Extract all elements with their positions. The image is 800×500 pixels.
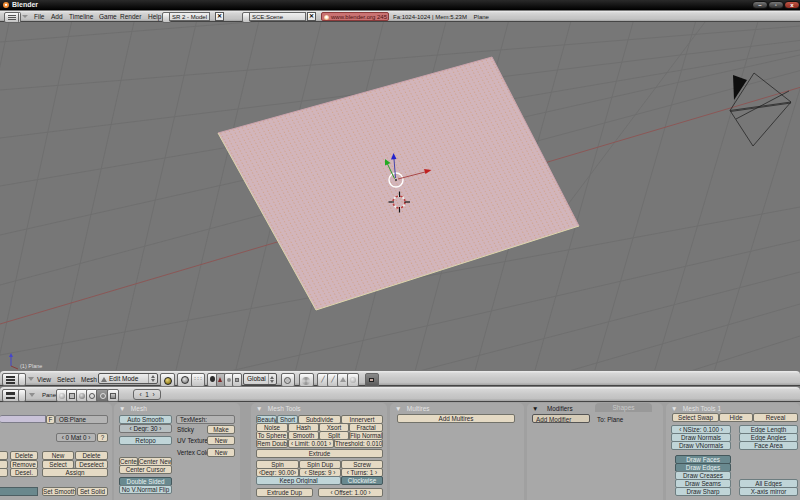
svg-text:(1) Plane: (1) Plane: [20, 363, 42, 369]
